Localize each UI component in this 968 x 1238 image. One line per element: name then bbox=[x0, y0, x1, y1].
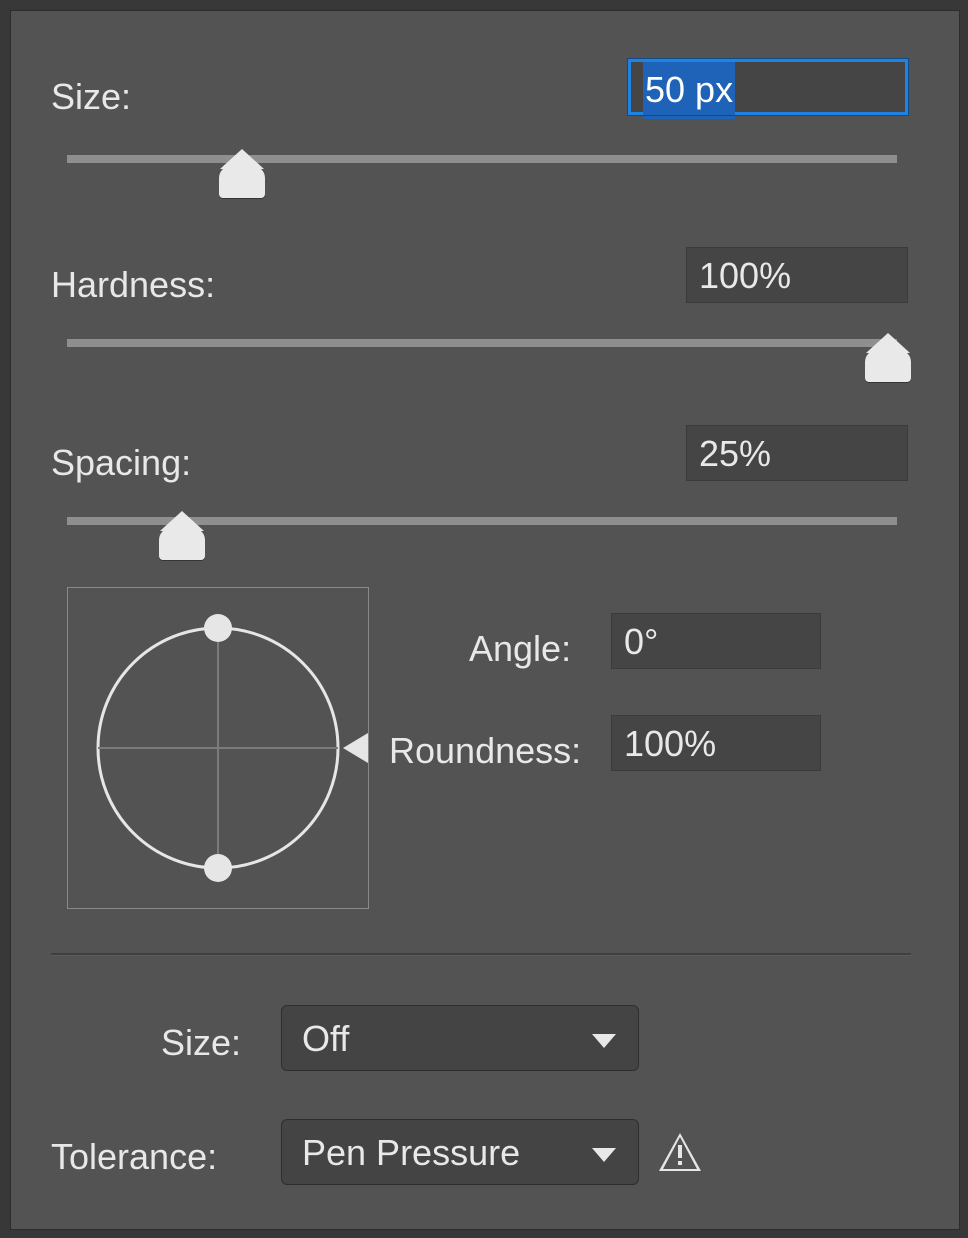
tolerance-value: Pen Pressure bbox=[302, 1132, 520, 1173]
size-value-text: 50 px bbox=[643, 62, 735, 119]
spacing-input[interactable]: 25% bbox=[686, 425, 908, 481]
chevron-down-icon bbox=[592, 1034, 616, 1048]
hardness-value-text: 100% bbox=[699, 255, 791, 296]
size-dynamic-label: Size: bbox=[161, 1022, 241, 1064]
hardness-label: Hardness: bbox=[51, 264, 215, 306]
brush-settings-panel: Size: 50 px Hardness: 100% Spacing: 25% … bbox=[10, 10, 960, 1230]
size-dynamic-row: Size: bbox=[161, 1013, 241, 1073]
roundness-label: Roundness: bbox=[389, 730, 581, 772]
size-dynamic-dropdown[interactable]: Off bbox=[281, 1005, 639, 1071]
hardness-input[interactable]: 100% bbox=[686, 247, 908, 303]
angle-label: Angle: bbox=[469, 628, 571, 670]
section-divider bbox=[51, 953, 911, 956]
spacing-row: Spacing: bbox=[51, 433, 191, 493]
tolerance-row: Tolerance: bbox=[51, 1127, 217, 1187]
hardness-slider-thumb[interactable] bbox=[865, 350, 911, 382]
size-slider-track[interactable] bbox=[67, 155, 897, 163]
hardness-slider-track[interactable] bbox=[67, 339, 897, 347]
spacing-label: Spacing: bbox=[51, 442, 191, 484]
size-slider-thumb[interactable] bbox=[219, 166, 265, 198]
tolerance-label: Tolerance: bbox=[51, 1136, 217, 1178]
roundness-row: Roundness: bbox=[389, 721, 581, 781]
angle-row: Angle: bbox=[469, 619, 571, 679]
size-row: Size: bbox=[51, 67, 131, 127]
warning-icon bbox=[659, 1133, 701, 1171]
brush-angle-widget[interactable] bbox=[67, 587, 369, 909]
tolerance-dropdown[interactable]: Pen Pressure bbox=[281, 1119, 639, 1185]
roundness-value-text: 100% bbox=[624, 723, 716, 764]
chevron-down-icon bbox=[592, 1148, 616, 1162]
size-dynamic-value: Off bbox=[302, 1018, 349, 1059]
spacing-value-text: 25% bbox=[699, 433, 771, 474]
angle-value-text: 0° bbox=[624, 621, 658, 662]
spacing-slider-thumb[interactable] bbox=[159, 528, 205, 560]
size-label: Size: bbox=[51, 76, 131, 118]
roundness-input[interactable]: 100% bbox=[611, 715, 821, 771]
size-input[interactable]: 50 px bbox=[628, 59, 908, 115]
angle-input[interactable]: 0° bbox=[611, 613, 821, 669]
hardness-row: Hardness: bbox=[51, 255, 215, 315]
